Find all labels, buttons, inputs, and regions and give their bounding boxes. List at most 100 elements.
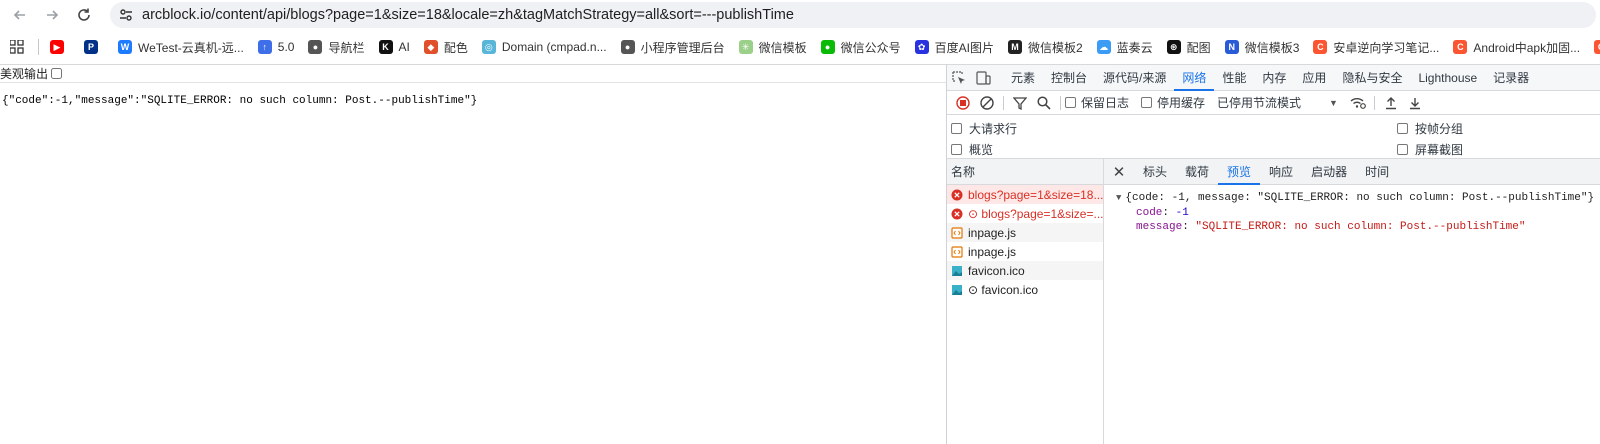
bookmark-item[interactable]: C?sel	[1587, 34, 1600, 60]
request-row[interactable]: favicon.ico	[947, 261, 1103, 280]
detail-tab[interactable]: 启动器	[1302, 159, 1356, 185]
bookmark-item[interactable]: ↑ 5.0	[251, 34, 302, 60]
close-detail-button[interactable]: ✕	[1104, 163, 1134, 181]
bookmark-item[interactable]: ◆ 配色	[417, 34, 475, 60]
bookmark-item[interactable]: C Android中apk加固...	[1446, 34, 1587, 60]
import-har-button[interactable]	[1379, 92, 1403, 114]
toolbar-separator	[1003, 95, 1004, 110]
overview-label: 概览	[969, 143, 994, 157]
wechat-icon: ●	[820, 40, 835, 54]
search-button[interactable]	[1032, 92, 1056, 114]
checkbox-box	[951, 123, 962, 134]
bookmark-item[interactable]: W WeTest-云真机-远...	[111, 34, 251, 60]
site-info-button[interactable]	[113, 4, 139, 26]
request-row[interactable]: ⊙ favicon.ico	[947, 280, 1103, 299]
palette-icon: ◆	[423, 40, 438, 54]
request-list: 名称 blogs?page=1&size=18... ⊙ blogs?page=1…	[947, 159, 1104, 444]
detail-tab[interactable]: 载荷	[1176, 159, 1218, 185]
export-har-button[interactable]	[1403, 92, 1427, 114]
request-row[interactable]: inpage.js	[947, 223, 1103, 242]
network-conditions-button[interactable]	[1346, 92, 1370, 114]
bookmark-label: 蓝奏云	[1116, 40, 1153, 55]
device-toolbar-button[interactable]	[971, 66, 995, 90]
device-icon	[975, 70, 991, 85]
disable-cache-checkbox[interactable]: 停用缓存	[1141, 94, 1205, 111]
apps-button[interactable]	[0, 40, 34, 54]
preview-summary-row[interactable]: ▼ {code: -1, message: "SQLITE_ERROR: no s…	[1116, 191, 1600, 206]
bookmark-label: 安卓逆向学习笔记...	[1333, 40, 1440, 55]
bookmark-label: AI	[398, 40, 410, 54]
overview-checkbox[interactable]: 概览	[951, 141, 993, 158]
devtools-tab[interactable]: 性能	[1214, 65, 1254, 91]
bookmark-separator	[38, 39, 39, 55]
clear-button[interactable]	[975, 92, 999, 114]
devtools-tab[interactable]: 应用	[1294, 65, 1334, 91]
bookmark-item[interactable]: ⊛ 配图	[1160, 34, 1218, 60]
detail-tabs: 标头 载荷 预览 响应 启动器 时间	[1134, 159, 1398, 185]
forward-button[interactable]	[38, 2, 66, 28]
bookmark-item[interactable]: ◎ Domain (cmpad.n...	[475, 34, 614, 60]
globe-icon: ●	[620, 40, 635, 54]
bookmark-item[interactable]: C 安卓逆向学习笔记...	[1306, 34, 1446, 60]
network-options: 大请求行 概览 按帧分组 屏幕截图	[947, 115, 1600, 159]
preserve-log-checkbox[interactable]: 保留日志	[1065, 94, 1129, 111]
pretty-print-row: 美观输出	[0, 65, 946, 83]
bookmark-item[interactable]: ▶	[43, 34, 77, 60]
request-name: ⊙ blogs?page=1&size=...	[968, 206, 1103, 221]
devtools-tab[interactable]: 网络	[1174, 65, 1215, 91]
name-column-header[interactable]: 名称	[947, 159, 1103, 185]
devtools-panel: 元素 控制台 源代码/来源 网络 性能 内存 应用 隐私与安全 Lighthouse 记录器 保留…	[946, 64, 1600, 444]
url-field[interactable]: arcblock.io/content/api/blogs?page=1&siz…	[110, 2, 1596, 28]
bookmark-item[interactable]: ● 导航栏	[301, 34, 371, 60]
request-row[interactable]: inpage.js	[947, 242, 1103, 261]
bookmark-item[interactable]: N 微信模板3	[1218, 34, 1307, 60]
bookmark-item[interactable]: ✳ 微信模板	[732, 34, 814, 60]
devtools-tabbar: 元素 控制台 源代码/来源 网络 性能 内存 应用 隐私与安全 Lighthouse 记录器	[947, 65, 1600, 91]
csdn-icon: C	[1594, 40, 1600, 54]
preserve-log-label: 保留日志	[1081, 96, 1130, 110]
request-row[interactable]: blogs?page=1&size=18...	[947, 185, 1103, 204]
group-by-frame-label: 按帧分组	[1415, 122, 1464, 136]
detail-tab[interactable]: 时间	[1356, 159, 1398, 185]
close-icon: ✕	[1112, 163, 1126, 181]
bookmark-item[interactable]: M 微信模板2	[1001, 34, 1090, 60]
globe-icon: ●	[308, 40, 323, 54]
devtools-tab[interactable]: 元素	[1003, 65, 1043, 91]
devtools-tab[interactable]: 内存	[1254, 65, 1294, 91]
record-button[interactable]	[951, 92, 975, 114]
back-button[interactable]	[6, 2, 34, 28]
preview-message-value: "SQLITE_ERROR: no such column: Post.--pu…	[1195, 221, 1526, 233]
devtools-tab[interactable]: 隐私与安全	[1334, 65, 1410, 91]
devtools-tab[interactable]: 控制台	[1043, 65, 1095, 91]
reload-button[interactable]	[70, 2, 98, 28]
error-icon	[951, 189, 963, 201]
wifi-settings-icon	[1350, 97, 1366, 109]
devtools-tab[interactable]: 源代码/来源	[1095, 65, 1174, 91]
toolbar-separator	[1060, 95, 1061, 110]
devtools-tab[interactable]: Lighthouse	[1410, 65, 1485, 91]
bookmark-item[interactable]: ● 微信公众号	[814, 34, 908, 60]
devtools-tab[interactable]: 记录器	[1485, 65, 1537, 91]
filter-button[interactable]	[1008, 92, 1032, 114]
csdn-icon: C	[1453, 40, 1468, 54]
screenshots-checkbox[interactable]: 屏幕截图	[1397, 141, 1463, 158]
group-by-frame-checkbox[interactable]: 按帧分组	[1397, 120, 1463, 137]
large-rows-checkbox[interactable]: 大请求行	[951, 120, 1017, 137]
inspect-element-button[interactable]	[947, 66, 971, 90]
pretty-print-checkbox[interactable]	[51, 68, 63, 79]
upload-icon	[1385, 96, 1396, 109]
m-icon: M	[1007, 40, 1022, 54]
detail-tab[interactable]: 预览	[1218, 159, 1261, 185]
throttle-select[interactable]: 已停用节流模式 ▼	[1217, 94, 1338, 111]
request-row[interactable]: ⊙ blogs?page=1&size=...	[947, 204, 1103, 223]
request-name: blogs?page=1&size=18...	[968, 187, 1103, 202]
bookmark-item[interactable]: ☁ 蓝奏云	[1090, 34, 1160, 60]
bookmark-item[interactable]: ● 小程序管理后台	[614, 34, 732, 60]
bookmark-item[interactable]: ✿ 百度AI图片	[908, 34, 1001, 60]
detail-tab[interactable]: 响应	[1260, 159, 1302, 185]
detail-tab[interactable]: 标头	[1134, 159, 1176, 185]
bookmark-item[interactable]: K AI	[372, 34, 417, 60]
bookmark-item[interactable]: P	[77, 34, 111, 60]
request-name: inpage.js	[968, 225, 1017, 240]
youtube-icon: ▶	[50, 40, 64, 54]
